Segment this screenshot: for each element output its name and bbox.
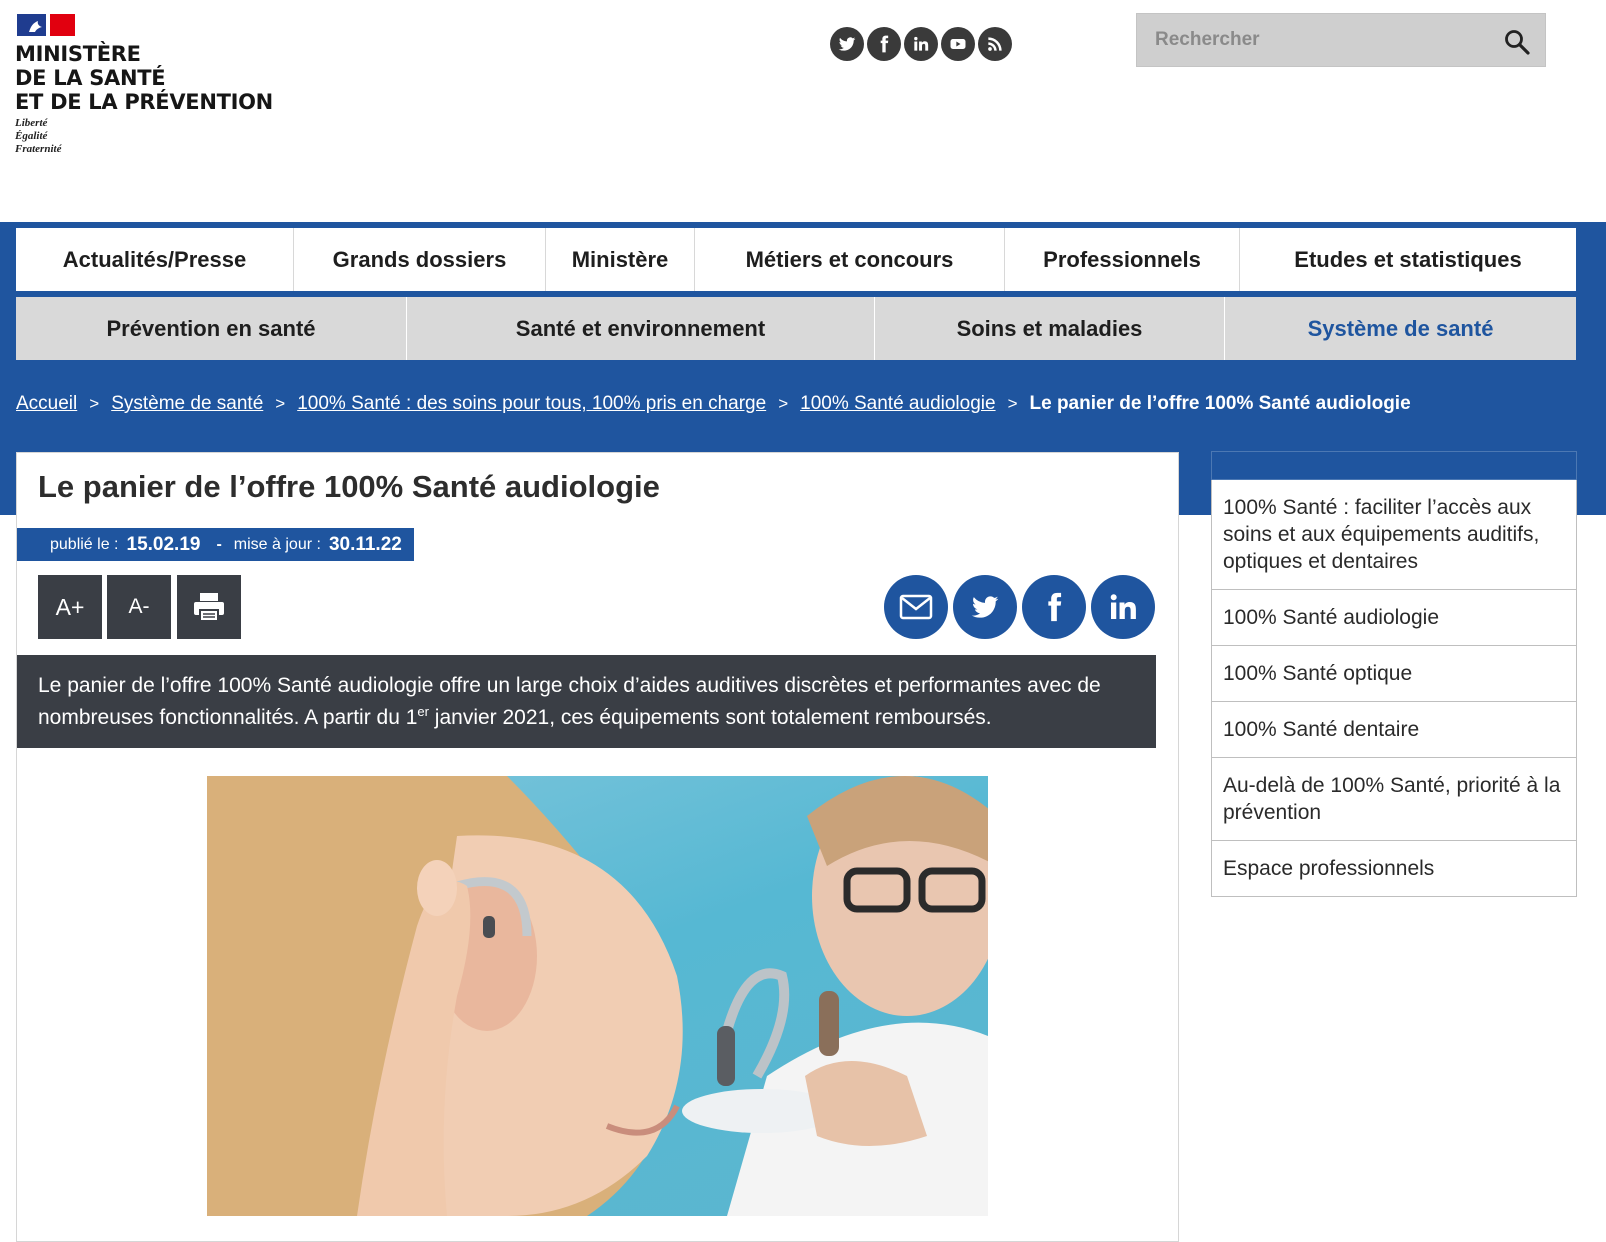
- sidebar-header: [1211, 451, 1577, 480]
- nav-item-grands-dossiers[interactable]: Grands dossiers: [294, 228, 546, 291]
- increase-font-button[interactable]: A+: [38, 575, 102, 639]
- twitter-icon[interactable]: [830, 27, 864, 61]
- breadcrumb-link-accueil[interactable]: Accueil: [16, 393, 77, 415]
- nav-item-metiers[interactable]: Métiers et concours: [695, 228, 1005, 291]
- linkedin-icon[interactable]: [904, 27, 938, 61]
- published-label: publié le :: [50, 535, 119, 553]
- nav-item-soins[interactable]: Soins et maladies: [875, 297, 1225, 360]
- breadcrumb-link-systeme-sante[interactable]: Système de santé: [111, 393, 263, 415]
- sidebar-link-professionnels[interactable]: Espace professionnels: [1211, 841, 1577, 897]
- nav-item-ministere[interactable]: Ministère: [546, 228, 695, 291]
- republic-motto: Liberté Égalité Fraternité: [15, 117, 62, 155]
- breadcrumb-separator: >: [1007, 394, 1018, 413]
- rss-icon[interactable]: [978, 27, 1012, 61]
- share-email-button[interactable]: [884, 575, 948, 639]
- share-linkedin-button[interactable]: [1091, 575, 1155, 639]
- print-button[interactable]: [177, 575, 241, 639]
- article-lead: Le panier de l’offre 100% Santé audiolog…: [17, 655, 1156, 748]
- updated-date: 30.11.22: [328, 533, 402, 555]
- facebook-icon: [1048, 592, 1062, 622]
- twitter-icon: [971, 596, 999, 618]
- secondary-nav: Prévention en santé Santé et environneme…: [16, 297, 1576, 360]
- breadcrumb: Accueil > Système de santé > 100% Santé …: [16, 393, 1411, 415]
- lead-superscript: er: [417, 704, 429, 719]
- updated-label: mise à jour :: [233, 535, 321, 553]
- nav-item-etudes[interactable]: Etudes et statistiques: [1240, 228, 1576, 291]
- sidebar-link-audiologie[interactable]: 100% Santé audiologie: [1211, 590, 1577, 646]
- nav-item-environnement[interactable]: Santé et environnement: [407, 297, 875, 360]
- search-box: [1136, 13, 1546, 67]
- site-header: MINISTÈRE DE LA SANTÉ ET DE LA PRÉVENTIO…: [0, 0, 1606, 222]
- breadcrumb-separator: >: [89, 394, 100, 413]
- sidebar-link-dentaire[interactable]: 100% Santé dentaire: [1211, 702, 1577, 758]
- page-title: Le panier de l’offre 100% Santé audiolog…: [38, 469, 660, 504]
- breadcrumb-separator: >: [778, 394, 789, 413]
- sidebar-link-prevention[interactable]: Au-delà de 100% Santé, priorité à la pré…: [1211, 758, 1577, 841]
- share-facebook-button[interactable]: [1022, 575, 1086, 639]
- primary-nav: Actualités/Presse Grands dossiers Minist…: [16, 228, 1576, 291]
- breadcrumb-link-audiologie[interactable]: 100% Santé audiologie: [800, 393, 995, 415]
- marianne-flag-icon: [17, 14, 75, 36]
- search-input[interactable]: [1155, 29, 1475, 51]
- breadcrumb-separator: >: [275, 394, 286, 413]
- search-button[interactable]: [1501, 26, 1533, 58]
- hearing-aid-photo: [207, 776, 988, 1216]
- share-twitter-button[interactable]: [953, 575, 1017, 639]
- ministry-name: MINISTÈRE DE LA SANTÉ ET DE LA PRÉVENTIO…: [15, 42, 273, 114]
- social-links: [830, 27, 1012, 61]
- published-date: 15.02.19: [126, 533, 201, 555]
- print-icon: [194, 593, 224, 622]
- sidebar: 100% Santé : faciliter l’accès aux soins…: [1211, 451, 1577, 897]
- breadcrumb-link-100-sante[interactable]: 100% Santé : des soins pour tous, 100% p…: [297, 393, 766, 415]
- sidebar-link-optique[interactable]: 100% Santé optique: [1211, 646, 1577, 702]
- nav-item-actualites[interactable]: Actualités/Presse: [16, 228, 294, 291]
- sidebar-link-100-sante[interactable]: 100% Santé : faciliter l’accès aux soins…: [1211, 480, 1577, 590]
- facebook-icon[interactable]: [867, 27, 901, 61]
- article: Le panier de l’offre 100% Santé audiolog…: [16, 452, 1179, 1242]
- decrease-font-button[interactable]: A-: [107, 575, 171, 639]
- ministry-logo[interactable]: MINISTÈRE DE LA SANTÉ ET DE LA PRÉVENTIO…: [15, 14, 275, 164]
- nav-item-prevention[interactable]: Prévention en santé: [16, 297, 407, 360]
- lead-text-part2: janvier 2021, ces équipements sont total…: [428, 706, 992, 729]
- nav-item-professionnels[interactable]: Professionnels: [1005, 228, 1240, 291]
- linkedin-icon: [1110, 594, 1136, 619]
- date-separator: -: [216, 535, 222, 553]
- breadcrumb-current: Le panier de l’offre 100% Santé audiolog…: [1029, 393, 1411, 414]
- email-icon: [899, 594, 933, 620]
- nav-item-systeme-sante[interactable]: Système de santé: [1225, 297, 1576, 360]
- search-icon: [1505, 30, 1530, 55]
- publication-dates: publié le : 15.02.19 - mise à jour : 30.…: [17, 528, 414, 561]
- youtube-icon[interactable]: [941, 27, 975, 61]
